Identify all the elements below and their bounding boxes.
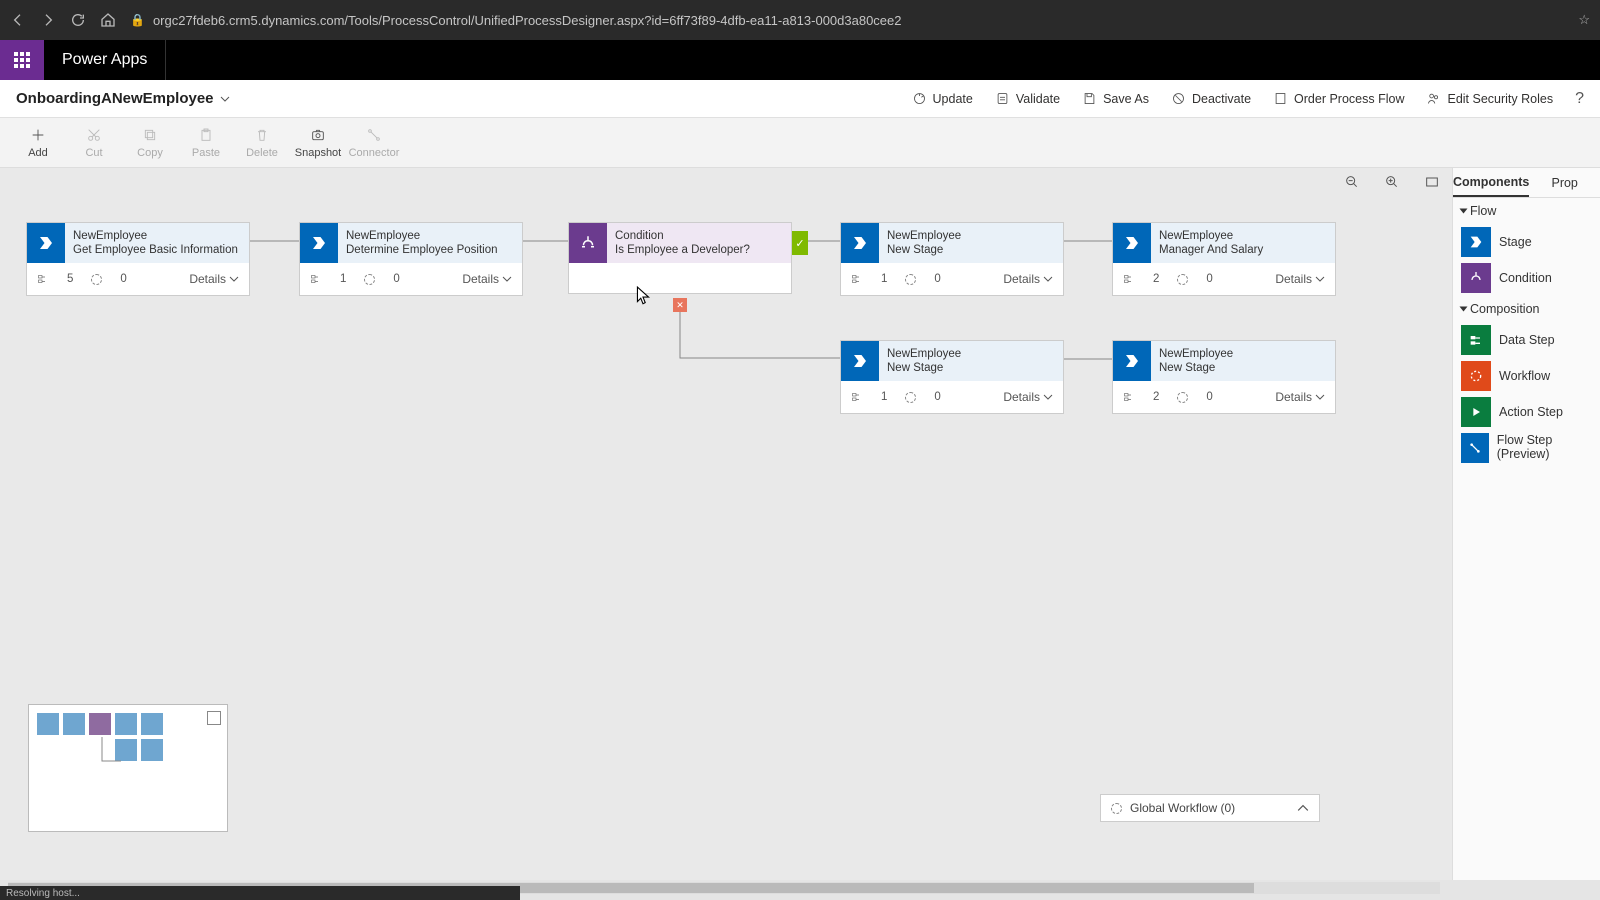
snapshot-button[interactable]: Snapshot (290, 127, 346, 159)
component-action-step[interactable]: Action Step (1453, 394, 1600, 430)
edit-security-roles-button[interactable]: Edit Security Roles (1426, 91, 1553, 106)
stage-node[interactable]: NewEmployeeNew Stage 10Details (840, 222, 1064, 296)
stage-icon (1113, 341, 1151, 381)
app-header: Power Apps (0, 40, 1600, 80)
flow-section-header[interactable]: Flow (1453, 198, 1600, 224)
toolbar: Add Cut Copy Paste Delete Snapshot Conne… (0, 118, 1600, 168)
chevron-up-icon (1297, 802, 1309, 814)
deactivate-button[interactable]: Deactivate (1171, 91, 1251, 106)
copy-button[interactable]: Copy (122, 127, 178, 159)
stage-node[interactable]: NewEmployeeGet Employee Basic Informatio… (26, 222, 250, 296)
details-toggle[interactable]: Details (462, 272, 512, 286)
add-button[interactable]: Add (10, 127, 66, 159)
expand-minimap-icon[interactable] (207, 711, 221, 725)
details-toggle[interactable]: Details (1275, 390, 1325, 404)
stage-icon (27, 223, 65, 263)
back-icon[interactable] (10, 12, 26, 28)
workflow-icon (1111, 803, 1122, 814)
details-toggle[interactable]: Details (1003, 272, 1053, 286)
help-icon[interactable]: ? (1575, 90, 1584, 108)
canvas[interactable]: NewEmployeeGet Employee Basic Informatio… (0, 168, 1452, 880)
paste-button[interactable]: Paste (178, 127, 234, 159)
stage-icon (841, 223, 879, 263)
data-step-icon (1461, 325, 1491, 355)
composition-section-header[interactable]: Composition (1453, 296, 1600, 322)
url-text: orgc27fdeb6.crm5.dynamics.com/Tools/Proc… (153, 13, 902, 28)
update-button[interactable]: Update (912, 91, 973, 106)
component-stage[interactable]: Stage (1453, 224, 1600, 260)
order-process-flow-button[interactable]: Order Process Flow (1273, 91, 1404, 106)
stage-icon (300, 223, 338, 263)
condition-node[interactable]: ConditionIs Employee a Developer? (568, 222, 792, 294)
waffle-icon (14, 52, 30, 68)
app-title[interactable]: Power Apps (44, 40, 166, 80)
zoom-out-icon[interactable] (1344, 174, 1360, 190)
browser-chrome: 🔒 orgc27fdeb6.crm5.dynamics.com/Tools/Pr… (0, 0, 1600, 40)
components-panel: Components Prop Flow Stage Condition Com… (1452, 168, 1600, 880)
delete-button[interactable]: Delete (234, 127, 290, 159)
stage-icon (1461, 227, 1491, 257)
lock-icon: 🔒 (130, 13, 145, 27)
fit-to-screen-icon[interactable] (1424, 174, 1440, 190)
stage-node[interactable]: NewEmployeeNew Stage 20Details (1112, 340, 1336, 414)
process-name[interactable]: OnboardingANewEmployee (16, 90, 214, 107)
branch-no-icon (673, 298, 687, 312)
workflow-icon (1461, 361, 1491, 391)
minimap[interactable] (28, 704, 228, 832)
app-launcher[interactable] (0, 40, 44, 80)
component-condition[interactable]: Condition (1453, 260, 1600, 296)
home-icon[interactable] (100, 12, 116, 28)
details-toggle[interactable]: Details (1275, 272, 1325, 286)
action-step-icon (1461, 397, 1491, 427)
status-bar: Resolving host... (0, 886, 520, 900)
connector-button[interactable]: Connector (346, 127, 402, 159)
save-as-button[interactable]: Save As (1082, 91, 1149, 106)
validate-button[interactable]: Validate (995, 91, 1060, 106)
tab-properties[interactable]: Prop (1529, 168, 1600, 197)
component-data-step[interactable]: Data Step (1453, 322, 1600, 358)
zoom-in-icon[interactable] (1384, 174, 1400, 190)
stage-node[interactable]: NewEmployeeManager And Salary 20Details (1112, 222, 1336, 296)
stage-icon (841, 341, 879, 381)
reload-icon[interactable] (70, 12, 86, 28)
component-flow-step[interactable]: Flow Step (Preview) (1453, 430, 1600, 466)
cut-button[interactable]: Cut (66, 127, 122, 159)
forward-icon[interactable] (40, 12, 56, 28)
stage-node[interactable]: NewEmployeeDetermine Employee Position 1… (299, 222, 523, 296)
condition-icon (569, 223, 607, 263)
global-workflow-bar[interactable]: Global Workflow (0) (1100, 794, 1320, 822)
command-bar: OnboardingANewEmployee Update Validate S… (0, 80, 1600, 118)
chevron-down-icon[interactable] (220, 94, 230, 104)
bookmark-icon[interactable]: ☆ (1578, 12, 1590, 28)
details-toggle[interactable]: Details (1003, 390, 1053, 404)
branch-yes-icon (792, 231, 808, 255)
condition-icon (1461, 263, 1491, 293)
stage-node[interactable]: NewEmployeeNew Stage 10Details (840, 340, 1064, 414)
details-toggle[interactable]: Details (189, 272, 239, 286)
flow-step-icon (1461, 433, 1489, 463)
tab-components[interactable]: Components (1453, 168, 1529, 197)
stage-icon (1113, 223, 1151, 263)
component-workflow[interactable]: Workflow (1453, 358, 1600, 394)
